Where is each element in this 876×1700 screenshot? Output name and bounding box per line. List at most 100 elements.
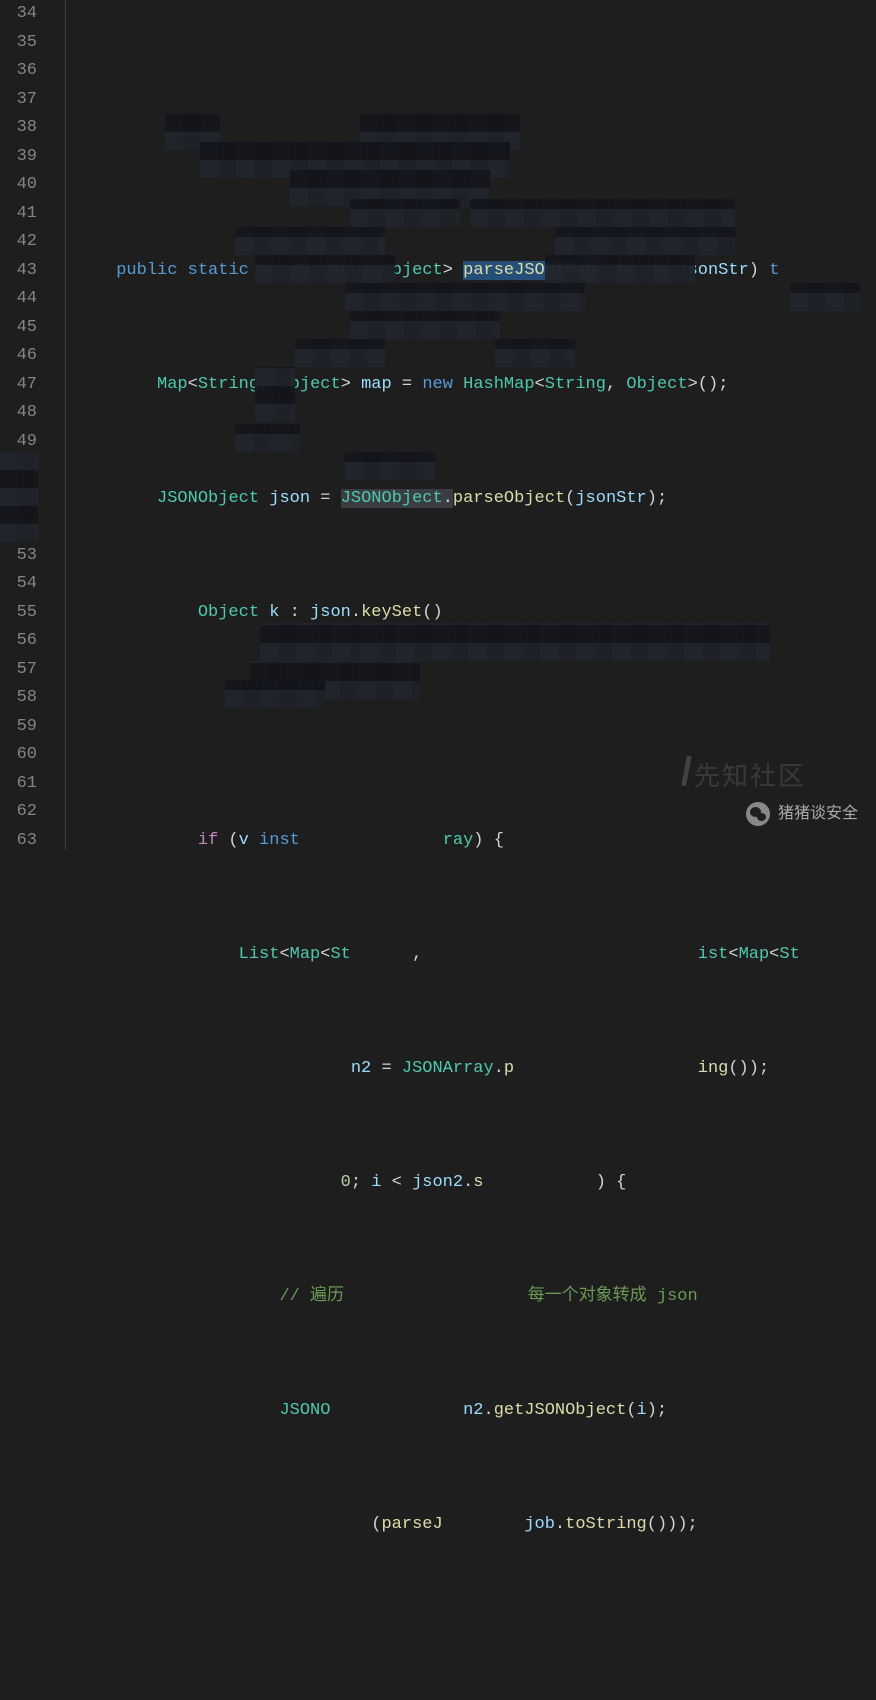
watermark-text-faded: /先知社区 xyxy=(681,758,806,791)
wechat-icon xyxy=(746,802,770,826)
line-number: 38 xyxy=(0,114,37,143)
type: JSONO xyxy=(279,1401,330,1420)
function-name: keySet xyxy=(361,603,422,622)
line-number: 44 xyxy=(0,285,37,314)
type: String xyxy=(198,375,259,394)
line-number: 59 xyxy=(0,713,37,742)
code-line[interactable]: if (v inst ray) { xyxy=(55,827,876,856)
redaction-overlay xyxy=(545,255,695,283)
keyword: inst xyxy=(259,831,300,850)
keyword: new xyxy=(422,375,453,394)
number: 0 xyxy=(341,1173,351,1192)
variable: json2 xyxy=(412,1173,463,1192)
line-number: 61 xyxy=(0,770,37,799)
line-number: 43 xyxy=(0,257,37,286)
line-number: 42 xyxy=(0,228,37,257)
line-number: 63 xyxy=(0,827,37,856)
variable: job xyxy=(524,1515,555,1534)
line-number: 46 xyxy=(0,342,37,371)
redaction-overlay xyxy=(295,339,385,367)
code-line[interactable]: public static Map<String, Object> parseJ… xyxy=(55,257,876,286)
type: St xyxy=(779,945,799,964)
code-line[interactable]: (parseJ job.toString())); xyxy=(55,1511,876,1540)
line-number: 56 xyxy=(0,627,37,656)
redaction-overlay xyxy=(255,255,395,283)
redaction-overlay xyxy=(555,227,735,255)
line-number: 36 xyxy=(0,57,37,86)
line-number: 57 xyxy=(0,656,37,685)
type: Map xyxy=(157,375,188,394)
function-name: parseObject xyxy=(453,489,565,508)
redaction-overlay xyxy=(470,199,735,227)
type: Object xyxy=(198,603,259,622)
line-number: 60 xyxy=(0,741,37,770)
function-name: toString xyxy=(565,1515,647,1534)
type: Object xyxy=(626,375,687,394)
keyword: if xyxy=(198,831,218,850)
redaction-overlay xyxy=(225,680,325,708)
variable: i xyxy=(371,1173,381,1192)
line-number: 62 xyxy=(0,798,37,827)
redaction-overlay xyxy=(345,283,585,311)
line-number: 34 xyxy=(0,0,37,29)
code-line[interactable]: Map<String, Object> map = new HashMap<St… xyxy=(55,371,876,400)
line-number: 53 xyxy=(0,542,37,571)
code-line[interactable]: List<Map<St , ist<Map<St xyxy=(55,941,876,970)
line-number: 55 xyxy=(0,599,37,628)
type: Map xyxy=(739,945,770,964)
type-highlighted: JSONObject xyxy=(341,489,443,508)
function-name: ing xyxy=(698,1059,729,1078)
line-number: 39 xyxy=(0,143,37,172)
type: ray xyxy=(443,831,474,850)
redaction-overlay xyxy=(0,452,38,542)
redaction-overlay xyxy=(790,283,860,311)
variable: n2 xyxy=(351,1059,371,1078)
redaction-overlay xyxy=(360,623,770,661)
line-number: 48 xyxy=(0,399,37,428)
redaction-overlay xyxy=(235,424,300,452)
redaction-overlay xyxy=(255,367,295,422)
code-line[interactable]: n2 = JSONArray.p ing()); xyxy=(55,1055,876,1084)
code-line[interactable]: JSONO n2.getJSONObject(i); xyxy=(55,1397,876,1426)
variable: i xyxy=(637,1401,647,1420)
line-number: 58 xyxy=(0,684,37,713)
type: Map xyxy=(290,945,321,964)
redaction-overlay xyxy=(495,339,575,367)
type: St xyxy=(330,945,350,964)
variable: n2 xyxy=(463,1401,483,1420)
code-line[interactable]: JSONObject json = JSONObject.parseObject… xyxy=(55,485,876,514)
line-number: 35 xyxy=(0,29,37,58)
comment: json xyxy=(657,1287,698,1306)
code-line[interactable] xyxy=(55,713,876,742)
type: JSONObject xyxy=(157,489,259,508)
variable: k xyxy=(269,603,279,622)
type: String xyxy=(545,375,606,394)
code-line[interactable] xyxy=(55,1625,876,1654)
variable: v xyxy=(239,831,249,850)
function-name: p xyxy=(504,1059,514,1078)
type: ist xyxy=(698,945,729,964)
comment: // 遍历 xyxy=(279,1287,344,1306)
function-name: parseJ xyxy=(381,1515,442,1534)
line-number: 47 xyxy=(0,371,37,400)
keyword: t xyxy=(769,261,779,280)
redaction-overlay xyxy=(235,227,385,255)
variable: jsonStr xyxy=(575,489,646,508)
type: List xyxy=(239,945,280,964)
watermark-label: 猪猪谈安全 xyxy=(778,800,858,829)
line-number: 40 xyxy=(0,171,37,200)
comment: 每一个对象转成 xyxy=(528,1287,647,1306)
function-name: getJSONObject xyxy=(494,1401,627,1420)
line-number: 37 xyxy=(0,86,37,115)
variable: map xyxy=(361,375,392,394)
variable: json xyxy=(269,489,310,508)
redaction-overlay xyxy=(350,199,460,227)
line-number: 45 xyxy=(0,314,37,343)
code-line[interactable]: 0; i < json2.s ) { xyxy=(55,1169,876,1198)
type: HashMap xyxy=(463,375,534,394)
redaction-overlay xyxy=(345,452,435,480)
type: JSONArray xyxy=(402,1059,494,1078)
code-line[interactable]: // 遍历 每一个对象转成 json xyxy=(55,1283,876,1312)
keyword: static xyxy=(188,261,249,280)
line-number: 41 xyxy=(0,200,37,229)
